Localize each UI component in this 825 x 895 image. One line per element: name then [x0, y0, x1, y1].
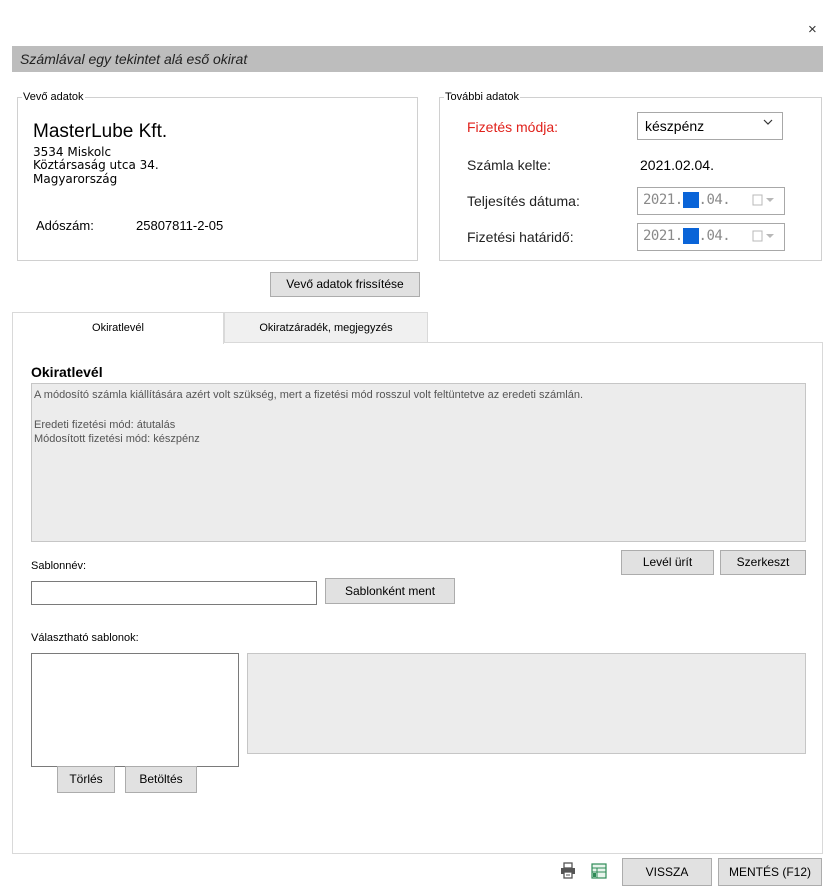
buyer-address-line: Magyarország — [33, 172, 118, 186]
available-templates-label: Választható sablonok: — [31, 632, 139, 644]
spreadsheet-icon[interactable] — [591, 863, 607, 879]
performance-date-label: Teljesítés dátuma: — [467, 193, 580, 209]
tab-okiratlevel[interactable]: Okiratlevél — [12, 312, 224, 344]
letter-line: Eredeti fizetési mód: átutalás — [34, 419, 176, 431]
date-month-selected[interactable]: 02 — [682, 192, 699, 208]
due-date-label: Fizetési határidő: — [467, 229, 574, 245]
tax-number-value: 25807811-2-05 — [136, 218, 224, 233]
buyer-address-line: Köztársaság utca 34. — [33, 158, 159, 172]
letter-line: Módosított fizetési mód: készpénz — [34, 433, 200, 445]
invoice-date-label: Számla kelte: — [467, 157, 552, 173]
buyer-address-line: 3534 Miskolc — [33, 145, 112, 159]
date-year: 2021. — [643, 192, 683, 208]
template-list[interactable] — [31, 653, 239, 767]
load-template-button[interactable]: Betöltés — [125, 766, 197, 793]
template-name-label: Sablonnév: — [31, 560, 87, 572]
payment-method-label: Fizetés módja: — [467, 119, 559, 135]
chevron-down-icon[interactable] — [762, 116, 774, 131]
letter-text-area[interactable] — [31, 383, 806, 542]
save-as-template-button[interactable]: Sablonként ment — [325, 578, 455, 604]
edit-letter-button[interactable]: Szerkeszt — [720, 550, 806, 575]
clear-letter-button[interactable]: Levél ürít — [621, 550, 714, 575]
date-day: .04. — [698, 228, 731, 244]
performance-date-value[interactable]: 2021.02.04. — [643, 192, 731, 208]
calendar-dropdown-icon[interactable] — [752, 229, 776, 246]
printer-icon[interactable] — [560, 862, 576, 880]
date-year: 2021. — [643, 228, 683, 244]
buyer-name: MasterLube Kft. — [33, 121, 168, 142]
buyer-data-legend: Vevő adatok — [23, 91, 84, 103]
dialog-title: Számlával egy tekintet alá eső okirat — [20, 51, 248, 67]
tax-number-label: Adószám: — [36, 218, 94, 233]
date-month-selected[interactable]: 02 — [682, 228, 699, 244]
refresh-buyer-button[interactable]: Vevő adatok frissítése — [270, 272, 420, 297]
close-icon[interactable]: × — [808, 22, 817, 37]
calendar-dropdown-icon[interactable] — [752, 193, 776, 210]
template-preview — [247, 653, 806, 754]
tab-okiratzaradek[interactable]: Okiratzáradék, megjegyzés — [224, 312, 428, 343]
letter-line: A módosító számla kiállítására azért vol… — [34, 389, 584, 401]
due-date-value[interactable]: 2021.02.04. — [643, 228, 731, 244]
payment-method-value[interactable]: készpénz — [645, 118, 704, 134]
template-name-input[interactable] — [31, 581, 317, 605]
invoice-date-value: 2021.02.04. — [640, 157, 714, 173]
letter-section-title: Okiratlevél — [31, 364, 103, 380]
delete-template-button[interactable]: Törlés — [57, 766, 115, 793]
date-day: .04. — [698, 192, 731, 208]
save-button[interactable]: MENTÉS (F12) — [718, 858, 822, 886]
back-button[interactable]: VISSZA — [622, 858, 712, 886]
extra-data-legend: További adatok — [445, 91, 519, 103]
